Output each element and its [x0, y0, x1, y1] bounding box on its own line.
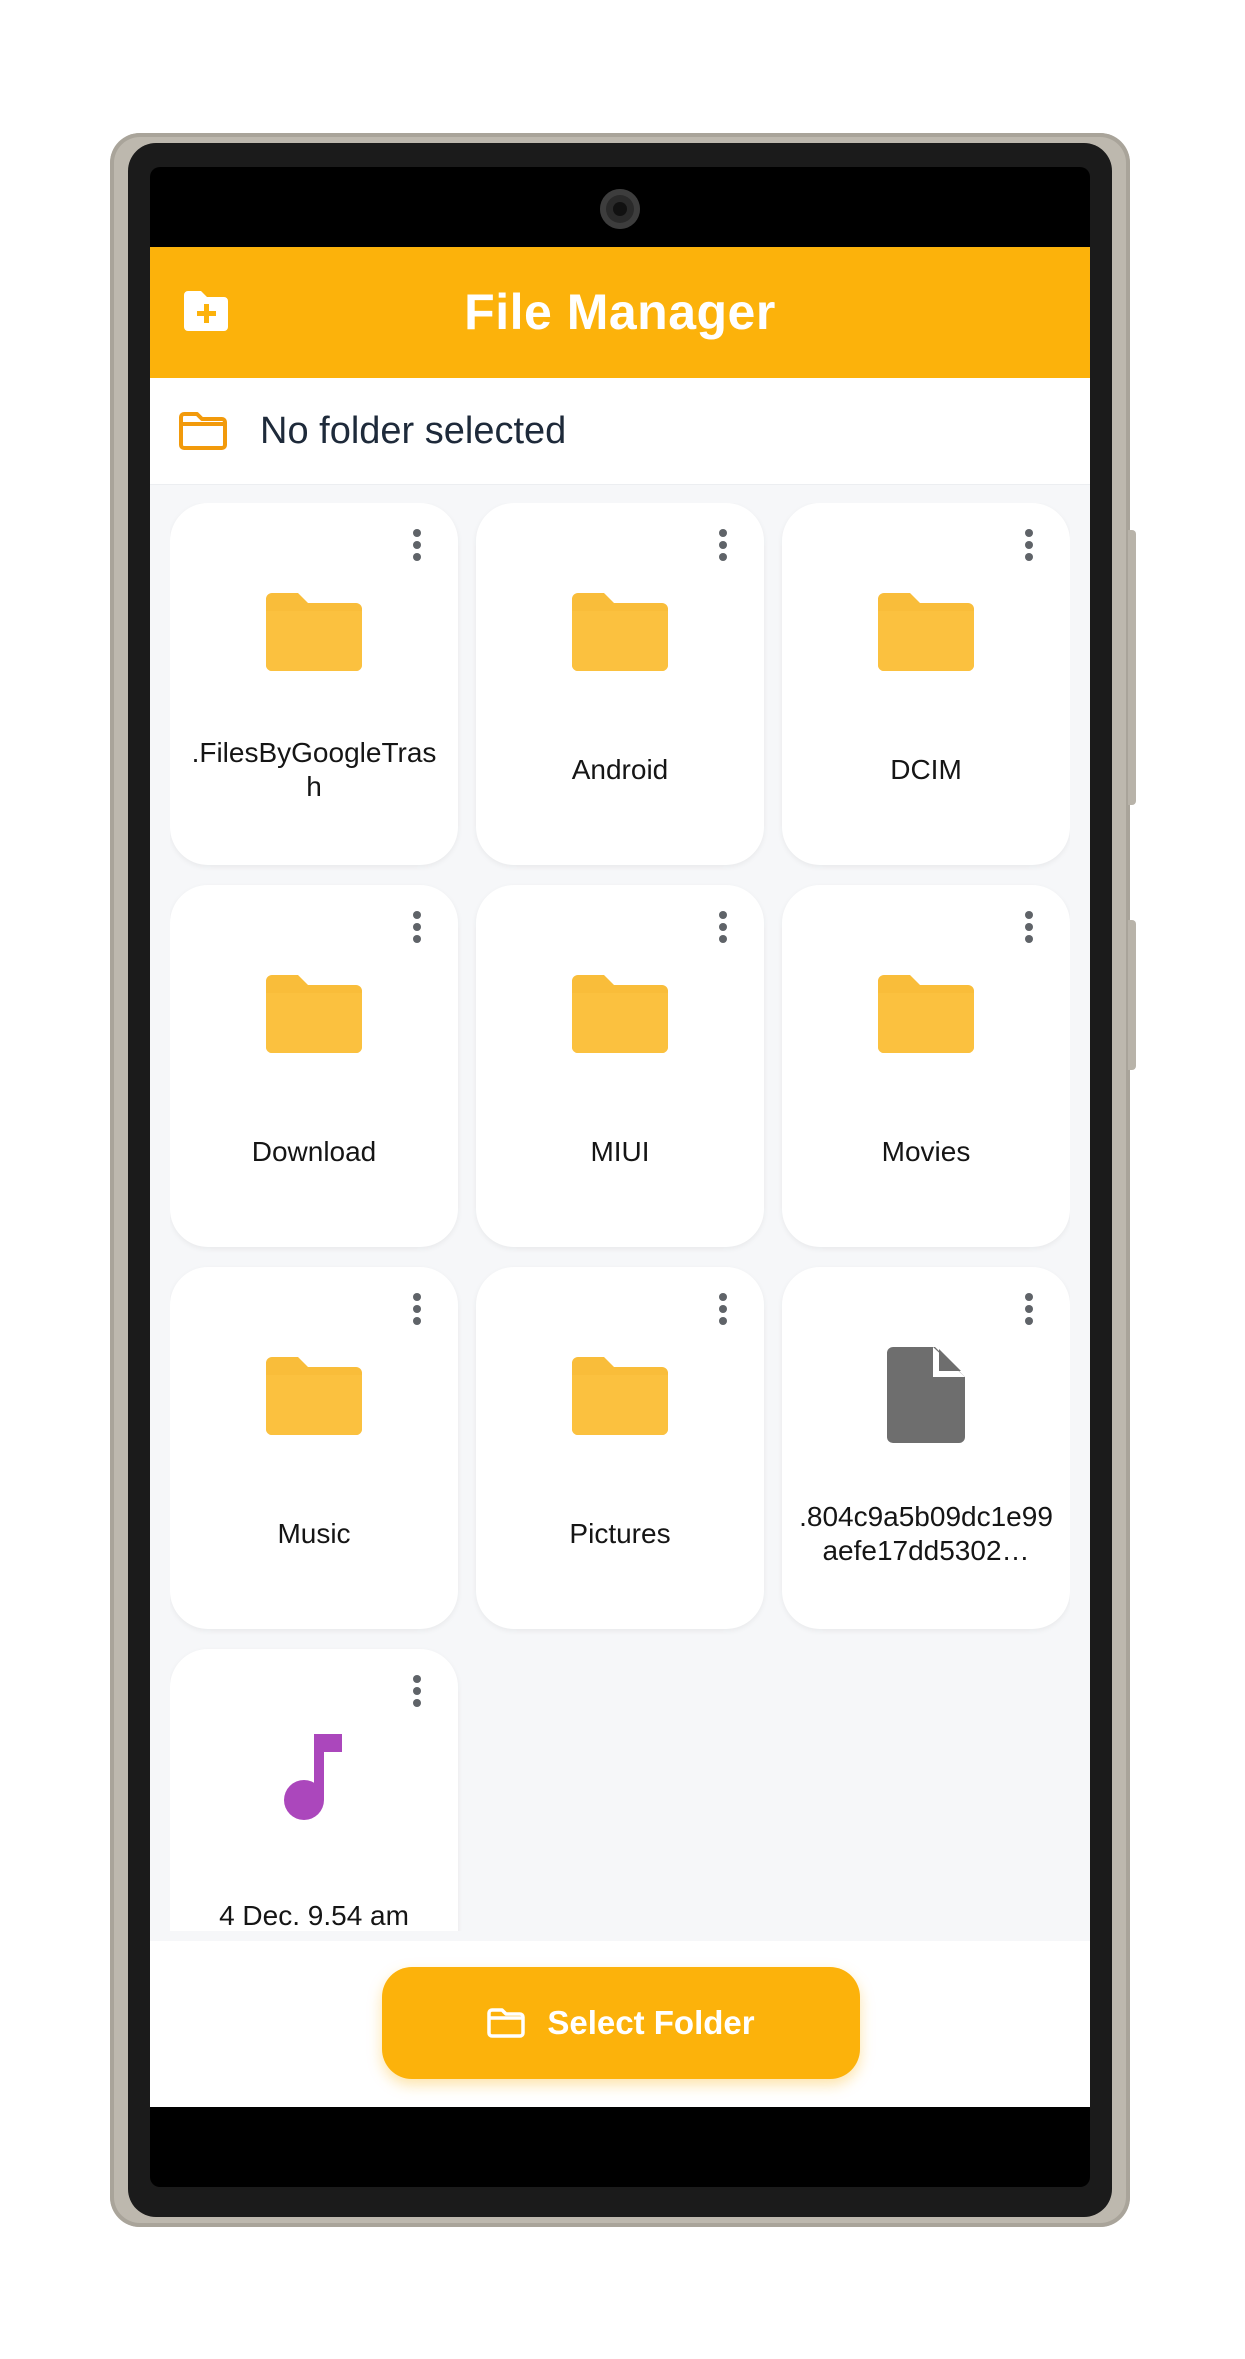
grid-item-file[interactable]: .804c9a5b09dc1e99aefe17dd5302…	[782, 1267, 1070, 1629]
more-vertical-icon[interactable]	[410, 1675, 424, 1711]
app-bar: File Manager	[150, 247, 1090, 378]
grid-item-folder[interactable]: Download	[170, 885, 458, 1247]
folder-icon	[572, 975, 668, 1053]
grid-item-audio[interactable]: 4 Dec. 9.54 am	[170, 1649, 458, 1931]
folder-outline-icon	[178, 411, 228, 451]
folder-icon	[266, 1357, 362, 1435]
music-note-icon	[284, 1734, 342, 1820]
more-vertical-icon[interactable]	[716, 911, 730, 947]
more-vertical-icon[interactable]	[410, 911, 424, 947]
grid-item-folder[interactable]: Android	[476, 503, 764, 865]
item-name: 4 Dec. 9.54 am	[219, 1900, 409, 1931]
grid-item-folder[interactable]: Music	[170, 1267, 458, 1629]
folder-icon	[878, 593, 974, 671]
more-vertical-icon[interactable]	[1022, 529, 1036, 565]
more-vertical-icon[interactable]	[410, 529, 424, 565]
item-name: Android	[571, 754, 669, 785]
grid-item-folder[interactable]: DCIM	[782, 503, 1070, 865]
more-vertical-icon[interactable]	[1022, 911, 1036, 947]
phone-power-button	[1128, 530, 1136, 805]
phone-screen: File Manager No folder selected .FilesBy…	[150, 167, 1090, 2187]
select-folder-button[interactable]: Select Folder	[382, 1967, 860, 2079]
grid-item-folder[interactable]: Movies	[782, 885, 1070, 1247]
bottom-action-area: Select Folder	[150, 1941, 1090, 2107]
item-name: Movies	[881, 1136, 971, 1167]
path-label: No folder selected	[260, 410, 567, 452]
folder-icon	[266, 975, 362, 1053]
app-title: File Manager	[464, 284, 776, 340]
current-path-bar: No folder selected	[150, 378, 1090, 485]
item-name: Music	[277, 1518, 351, 1549]
item-name: DCIM	[890, 754, 962, 785]
more-vertical-icon[interactable]	[1022, 1293, 1036, 1329]
create-folder-icon[interactable]	[180, 289, 232, 335]
grid-item-folder[interactable]: MIUI	[476, 885, 764, 1247]
select-folder-label: Select Folder	[547, 2004, 755, 2041]
folder-icon	[572, 593, 668, 671]
file-icon	[887, 1347, 965, 1443]
more-vertical-icon[interactable]	[716, 1293, 730, 1329]
folder-icon	[878, 975, 974, 1053]
folder-icon	[266, 593, 362, 671]
more-vertical-icon[interactable]	[410, 1293, 424, 1329]
item-name: .FilesByGoogleTrash	[191, 737, 437, 802]
file-grid: .FilesByGoogleTrash Android DCIM Downloa…	[170, 503, 1070, 1931]
more-vertical-icon[interactable]	[716, 529, 730, 565]
front-camera	[600, 189, 640, 229]
item-name: Download	[251, 1136, 377, 1167]
folder-icon	[572, 1357, 668, 1435]
grid-item-folder[interactable]: Pictures	[476, 1267, 764, 1629]
item-name: Pictures	[569, 1518, 671, 1549]
phone-volume-button	[1128, 920, 1136, 1070]
file-manager-app: File Manager No folder selected .FilesBy…	[150, 247, 1090, 2107]
folder-outline-icon	[487, 2008, 526, 2038]
grid-item-folder[interactable]: .FilesByGoogleTrash	[170, 503, 458, 865]
item-name: MIUI	[590, 1136, 650, 1167]
item-name: .804c9a5b09dc1e99aefe17dd5302…	[799, 1501, 1053, 1566]
